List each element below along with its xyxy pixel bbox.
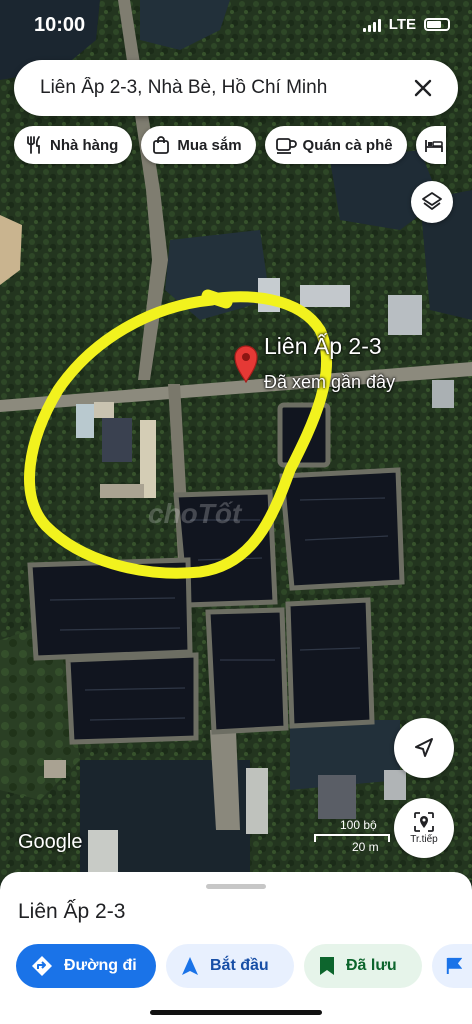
status-time: 10:00 (34, 14, 86, 36)
directions-icon (32, 956, 52, 976)
chip-cafe[interactable]: Quán cà phê (264, 126, 407, 164)
maps-screen: choTốt Liên Ấp 2-3 Đã xem gần đây 10:00 … (0, 0, 472, 1024)
chip-hotels[interactable] (415, 126, 446, 164)
bookmark-icon (320, 957, 334, 975)
close-icon[interactable] (406, 71, 440, 105)
locate-button[interactable] (394, 718, 454, 778)
coffee-cup-icon (275, 138, 297, 154)
streetview-button[interactable]: Tr.tiếp (394, 798, 454, 858)
navigation-arrow-icon (415, 738, 433, 757)
chip-label: Nhà hàng (50, 136, 119, 154)
category-chips: Nhà hàng Mua sắm Quán cà phê (14, 126, 446, 164)
scale-metric: 20 m (352, 840, 379, 854)
streetview-icon (414, 812, 434, 832)
signal-icon (362, 18, 381, 32)
chip-restaurants[interactable]: Nhà hàng (14, 126, 133, 164)
home-indicator (150, 1010, 322, 1015)
bed-icon (424, 140, 443, 152)
start-button[interactable]: Bắt đầu (166, 944, 294, 988)
map-place-sublabel: Đã xem gần đây (264, 372, 396, 392)
battery-icon (424, 18, 450, 31)
shopping-bag-icon (153, 136, 170, 154)
map-place-label[interactable]: Liên Ấp 2-3 (264, 333, 382, 360)
saved-label: Đã lưu (346, 957, 397, 974)
google-attribution: Google (18, 831, 83, 853)
status-indicators: LTE (362, 16, 450, 33)
watermark: choTốt (148, 498, 242, 529)
search-query[interactable]: Liên Ấp 2-3, Nhà Bè, Hồ Chí Minh (40, 77, 406, 99)
layers-button[interactable] (411, 181, 453, 223)
directions-label: Đường đi (64, 957, 137, 974)
search-bar[interactable]: Liên Ấp 2-3, Nhà Bè, Hồ Chí Minh (14, 60, 458, 116)
place-actions: Đường đi Bắt đầu Đã lưu (16, 944, 472, 988)
saved-button[interactable]: Đã lưu (304, 944, 422, 988)
scale-imperial: 100 bộ (340, 818, 377, 832)
place-title: Liên Ấp 2-3 (18, 900, 126, 923)
network-label: LTE (388, 16, 416, 33)
chip-label: Quán cà phê (302, 136, 393, 154)
sheet-drag-handle[interactable] (206, 884, 266, 889)
flag-icon (446, 957, 462, 974)
start-label: Bắt đầu (210, 957, 269, 974)
chip-shopping[interactable]: Mua sắm (141, 126, 256, 164)
chip-label: Mua sắm (177, 136, 242, 154)
fork-knife-icon (27, 136, 40, 154)
navigation-arrow-icon (182, 957, 198, 975)
label-button[interactable] (432, 944, 472, 988)
streetview-label: Tr.tiếp (410, 834, 438, 845)
status-bar: 10:00 LTE (0, 0, 472, 50)
layers-icon (422, 192, 442, 210)
map-scale: 100 bộ 20 m (312, 818, 392, 858)
directions-button[interactable]: Đường đi (16, 944, 156, 988)
place-sheet[interactable]: Liên Ấp 2-3 Đường đi Bắt đầu Đã lưu (0, 872, 472, 1024)
